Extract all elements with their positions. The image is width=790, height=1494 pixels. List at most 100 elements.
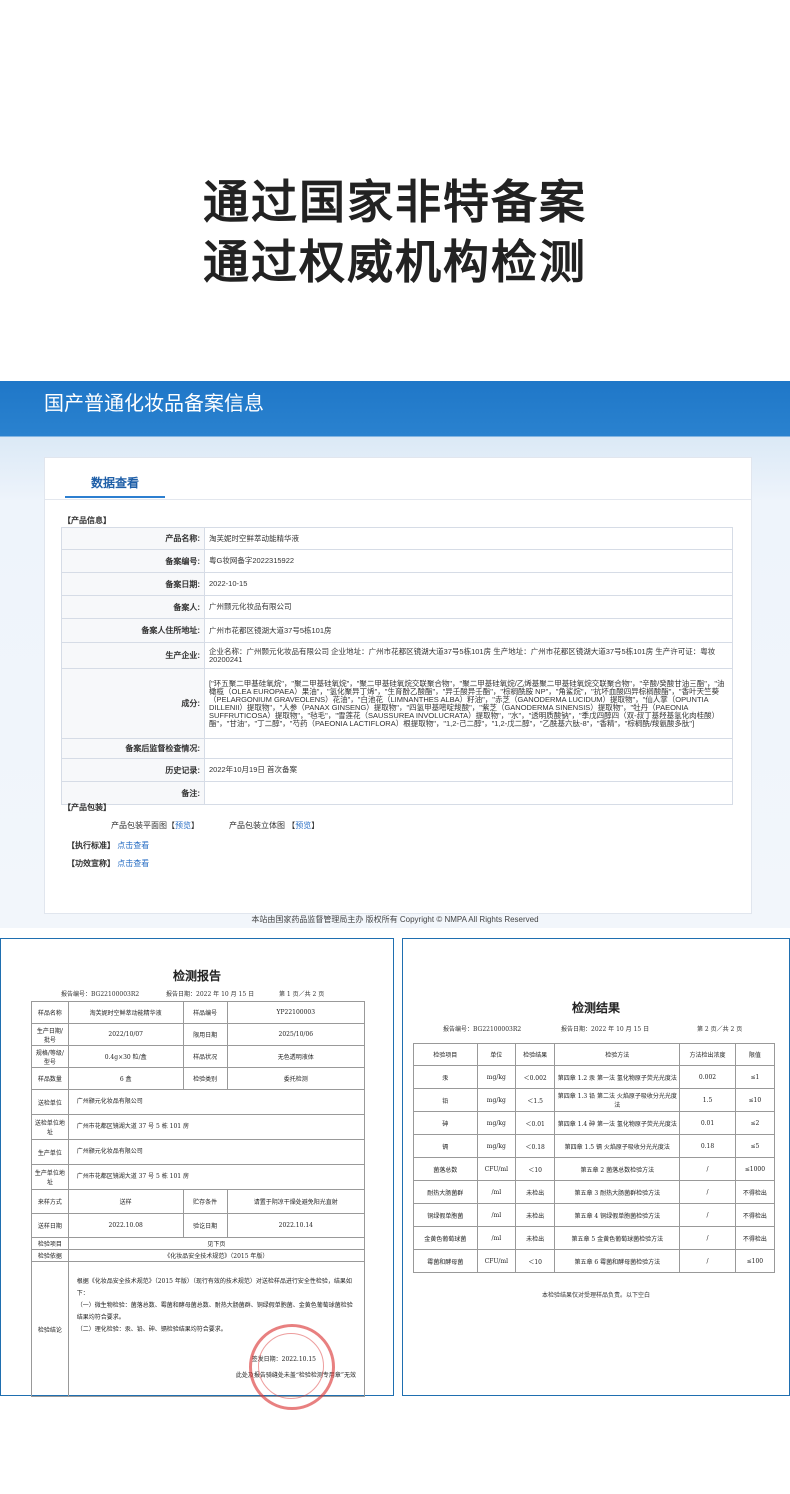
table-cell: 备案人住所地址:: [61, 618, 205, 643]
table-cell: 粤G妆网备字2022315922: [204, 549, 733, 573]
table-cell: 第五章 4 铜绿假单胞菌检验方法: [554, 1203, 681, 1227]
table-cell: 镉: [413, 1134, 478, 1158]
table-cell: /: [679, 1180, 736, 1204]
headline-line-2: 通过权威机构检测: [203, 235, 587, 289]
table-cell: 企业名称：广州颢元化妆品有限公司 企业地址：广州市花都区镜湖大道37号5栋101…: [204, 642, 733, 669]
tab-data-view[interactable]: 数据查看: [65, 474, 165, 498]
table-row: 送样日期 2022.10.08 验讫日期 2022.10.14: [31, 1213, 366, 1238]
package-flat-label: 产品包装平面图: [111, 821, 167, 830]
preview-3d-link[interactable]: 预览: [295, 821, 311, 830]
table-cell: 金黄色葡萄球菌: [413, 1226, 478, 1250]
table-cell: CFU/ml: [476, 1249, 517, 1273]
table-cell: /ml: [476, 1180, 517, 1204]
table-cell: ≤1: [734, 1065, 776, 1089]
table-cell: 汞: [413, 1065, 478, 1089]
table-cell: 2022.10.14: [226, 1213, 366, 1238]
table-cell: 第四章 1.4 砷 第一法 氢化物原子荧光光度法: [554, 1111, 681, 1135]
table-cell: 备案人:: [61, 595, 205, 619]
table-cell: 生产单位: [31, 1139, 69, 1165]
table-cell: /: [679, 1226, 736, 1250]
table-header-row: 检验项目 单位 检验结果 检验方法 方法检出浓度 限值: [413, 1043, 776, 1066]
table-cell: 样品名称: [31, 1001, 69, 1024]
table-cell: 2022年10月19日 首次备案: [204, 758, 733, 782]
table-cell: 未检出: [515, 1203, 556, 1227]
table-cell: [204, 781, 733, 805]
table-row: 备案后监督检查情况:: [61, 738, 733, 759]
table-cell: 备案后监督检查情况:: [61, 738, 205, 759]
table-cell: 历史记录:: [61, 758, 205, 782]
table-cell: /ml: [476, 1203, 517, 1227]
headline-line-1: 通过国家非特备案: [203, 175, 587, 229]
table-cell: 生产单位地址: [31, 1164, 69, 1190]
table-cell: 未检出: [515, 1180, 556, 1204]
table-cell: 广州市花都区镜湖大道37号5栋101房: [204, 618, 733, 643]
table-cell: 限用日期: [182, 1023, 228, 1046]
table-row: 规格/等级/型号 0.4g×30 粒/盒 样品状况 无色透明液体: [31, 1045, 366, 1068]
report2-page: 第 2 页／共 2 页: [697, 1026, 743, 1033]
table-row: 耐热大肠菌群/ml 未检出 第五章 3 耐热大肠菌群检验方法 / 不得检出: [413, 1180, 776, 1204]
bracket-left: 【: [167, 821, 175, 830]
table-cell: 6 盒: [67, 1067, 184, 1090]
package-flat-item: 产品包装平面图【预览】: [111, 820, 199, 831]
table-row: 铅 mg/kg ＜1.5 第四章 1.3 铅 第二法 火焰原子吸收分光光度法 1.5 ≤1…: [413, 1088, 776, 1112]
table-cell: 2025/10/06: [226, 1023, 366, 1046]
table-row: 生产企业: 企业名称：广州颢元化妆品有限公司 企业地址：广州市花都区镜湖大道37号…: [61, 642, 733, 669]
table-row: 成分: ["环五聚二甲基硅氧烷"，"聚二甲基硅氧烷"，"聚二甲基硅氧烷交联聚合物"…: [61, 668, 733, 739]
table-cell: 检验项目: [31, 1237, 69, 1250]
report2-results-table: 检验项目 单位 检验结果 检验方法 方法检出浓度 限值汞 mg/kg ＜0.002 第四章 1.…: [413, 1043, 776, 1273]
report2-note: 本检验结果仅对受理样品负责。以下空白: [541, 1292, 650, 1299]
table-cell: 验讫日期: [182, 1213, 228, 1238]
table-cell: 规格/等级/型号: [31, 1045, 69, 1068]
package-3d-item: 产品包装立体图 【预览】: [229, 820, 319, 831]
table-cell: 广州颢元化妆品有限公司: [67, 1089, 366, 1115]
table-cell: 第四章 1.5 镉 火焰原子吸收分光光度法: [554, 1134, 681, 1158]
table-cell: ＜0.18: [515, 1134, 556, 1158]
report2-title: 检测结果: [571, 1001, 620, 1015]
table-cell: 2022-10-15: [204, 572, 733, 596]
table-row: 生产单位 广州颢元化妆品有限公司: [31, 1139, 366, 1165]
table-cell: 第四章 1.3 铅 第二法 火焰原子吸收分光光度法: [554, 1088, 681, 1112]
table-cell: 第五章 2 菌落总数检验方法: [554, 1157, 681, 1181]
table-cell: mg/kg: [476, 1065, 517, 1089]
bracket-right: 】: [191, 821, 199, 830]
table-cell: 不得检出: [734, 1203, 776, 1227]
table-cell: 未检出: [515, 1226, 556, 1250]
table-cell: YP22100003: [226, 1001, 366, 1024]
product-info-label: 【产品信息】: [63, 516, 111, 525]
table-cell: 送检单位: [31, 1089, 69, 1115]
report2-number: 报告编号：BG22100003R2: [443, 1026, 522, 1033]
table-row: 备案人: 广州颢元化妆品有限公司: [61, 595, 733, 619]
table-cell: ≤2: [734, 1111, 776, 1135]
table-row: 样品数量 6 盒检验类别 委托检测: [31, 1067, 366, 1090]
table-row: 送检单位 广州颢元化妆品有限公司: [31, 1089, 366, 1115]
table-cell: 广州市花都区镜湖大道 37 号 5 栋 101 房: [67, 1164, 366, 1190]
table-cell: ≤100: [734, 1249, 776, 1273]
efficacy-view-link[interactable]: 点击查看: [117, 859, 149, 868]
table-cell: 检验方法: [554, 1043, 681, 1066]
table-cell: ＜10: [515, 1249, 556, 1273]
table-row: 历史记录: 2022年10月19日 首次备案: [61, 758, 733, 782]
table-cell: 贮存条件: [182, 1189, 228, 1214]
table-row: 霉菌和酵母菌 CFU/ml ＜10 第五章 6 霉菌和酵母菌检验方法 / ≤100: [413, 1249, 776, 1273]
preview-flat-link[interactable]: 预览: [175, 821, 191, 830]
report1-date: 报告日期：2022 年 10 月 15 日: [166, 991, 255, 998]
table-cell: 样品编号: [182, 1001, 228, 1024]
table-cell: ≤10: [734, 1088, 776, 1112]
table-cell: 单位: [476, 1043, 517, 1066]
registration-title: 国产普通化妆品备案信息: [44, 391, 264, 415]
table-cell: ["环五聚二甲基硅氧烷"，"聚二甲基硅氧烷"，"聚二甲基硅氧烷交联聚合物"，"聚…: [204, 668, 733, 739]
table-row: 来样方式 送样 贮存条件 请置于阴凉干燥处避免阳光直射: [31, 1189, 366, 1214]
table-cell: 0.4g×30 粒/盒: [67, 1045, 184, 1068]
table-cell: 限值: [734, 1043, 776, 1066]
table-cell: 委托检测: [226, 1067, 366, 1090]
table-cell: 检验结果: [515, 1043, 556, 1066]
standard-view-link[interactable]: 点击查看: [117, 841, 149, 850]
table-cell: 霉菌和酵母菌: [413, 1249, 478, 1273]
table-row: 汞 mg/kg ＜0.002 第四章 1.2 汞 第一法 氢化物原子荧光光度法 0.00…: [413, 1065, 776, 1089]
table-cell: 产品名称:: [61, 527, 205, 550]
table-cell: /: [679, 1203, 736, 1227]
table-cell: 砷: [413, 1111, 478, 1135]
table-cell: 检验依据: [31, 1249, 69, 1262]
product-info-table: 产品名称: 淘芙妮时空鲜萃动能精华液 备案编号: 粤G妆网备字2022315922 备案…: [61, 527, 733, 805]
table-cell: 2022.10.08: [67, 1213, 184, 1238]
